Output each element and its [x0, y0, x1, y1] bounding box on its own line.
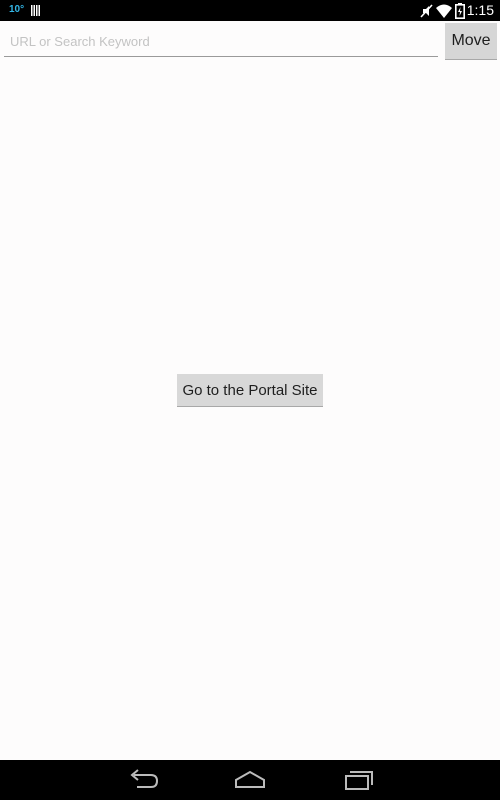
- recents-icon[interactable]: [340, 768, 376, 792]
- portal-site-button[interactable]: Go to the Portal Site: [177, 374, 323, 407]
- url-search-input[interactable]: [4, 27, 438, 57]
- wifi-icon: [436, 4, 452, 18]
- status-bar: 10° 1:15: [0, 0, 500, 21]
- url-bar: Move: [0, 21, 500, 66]
- temperature-indicator: 10°: [9, 4, 25, 15]
- muted-icon: [420, 4, 433, 18]
- back-icon[interactable]: [125, 768, 161, 792]
- navigation-bar: [0, 760, 500, 800]
- battery-icon: [455, 3, 465, 19]
- status-time: 1:15: [466, 2, 494, 18]
- storage-bars-icon: [31, 5, 40, 16]
- move-button[interactable]: Move: [445, 23, 497, 60]
- home-icon[interactable]: [232, 768, 268, 792]
